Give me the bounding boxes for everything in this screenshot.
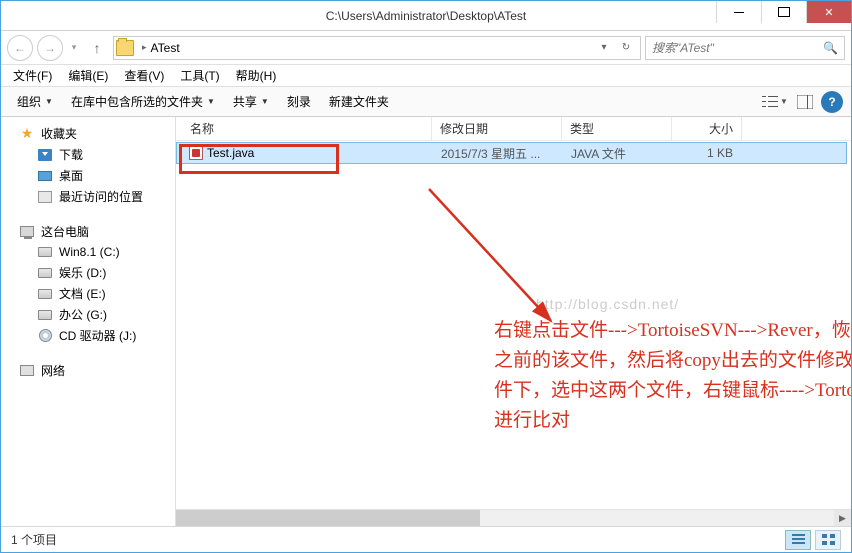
tool-include[interactable]: 在库中包含所选的文件夹▼: [63, 90, 223, 113]
status-bar: 1 个项目: [1, 526, 851, 552]
help-button[interactable]: ?: [821, 91, 843, 113]
tool-newfolder[interactable]: 新建文件夹: [321, 90, 397, 113]
nav-drive-c[interactable]: Win8.1 (C:): [1, 242, 175, 262]
download-icon: [37, 147, 53, 163]
scrollbar-thumb[interactable]: [176, 510, 480, 526]
col-type[interactable]: 类型: [562, 117, 672, 140]
nav-drive-e[interactable]: 文档 (E:): [1, 283, 175, 304]
content-area: 名称 修改日期 类型 大小 Test.java 2015/7/3 星期五 ...…: [176, 117, 851, 526]
main-area: ★收藏夹 下载 桌面 最近访问的位置 这台电脑 Win8.1 (C:) 娱乐 (…: [1, 117, 851, 526]
chevron-right-icon: ▸: [138, 42, 151, 53]
view-options-icon[interactable]: ▼: [761, 91, 789, 113]
nav-pane: ★收藏夹 下载 桌面 最近访问的位置 这台电脑 Win8.1 (C:) 娱乐 (…: [1, 117, 176, 526]
tool-burn[interactable]: 刻录: [279, 90, 319, 113]
drive-icon: [37, 307, 53, 323]
nav-network[interactable]: 网络: [1, 360, 175, 381]
drive-icon: [37, 286, 53, 302]
highlight-box: [179, 144, 339, 174]
nav-downloads[interactable]: 下载: [1, 144, 175, 165]
watermark-text: http://blog.csdn.net/: [536, 296, 679, 312]
address-bar: ← → ▾ ↑ ▸ ATest ▾ ↻ 🔍: [1, 31, 851, 65]
drive-icon: [37, 265, 53, 281]
forward-button[interactable]: →: [37, 35, 63, 61]
menu-help[interactable]: 帮助(H): [230, 65, 283, 86]
refresh-button[interactable]: ↻: [616, 42, 636, 53]
drive-icon: [37, 244, 53, 260]
network-icon: [19, 363, 35, 379]
preview-pane-icon[interactable]: [791, 91, 819, 113]
tool-share[interactable]: 共享▼: [225, 90, 277, 113]
file-list[interactable]: Test.java 2015/7/3 星期五 ... JAVA 文件 1 KB …: [176, 141, 851, 509]
desktop-icon: [37, 168, 53, 184]
search-icon[interactable]: 🔍: [823, 41, 838, 55]
nav-drive-cd[interactable]: CD 驱动器 (J:): [1, 325, 175, 346]
folder-icon: [116, 40, 134, 56]
nav-drive-d[interactable]: 娱乐 (D:): [1, 262, 175, 283]
nav-desktop[interactable]: 桌面: [1, 165, 175, 186]
status-item-count: 1 个项目: [11, 531, 57, 548]
breadcrumb-current[interactable]: ATest: [151, 41, 180, 55]
scroll-right-button[interactable]: ▶: [834, 510, 851, 526]
search-box[interactable]: 🔍: [645, 36, 845, 60]
cd-icon: [37, 328, 53, 344]
column-headers: 名称 修改日期 类型 大小: [176, 117, 851, 141]
star-icon: ★: [19, 126, 35, 142]
nav-thispc[interactable]: 这台电脑: [1, 221, 175, 242]
view-thumbnails-button[interactable]: [815, 530, 841, 550]
file-date: 2015/7/3 星期五 ...: [433, 145, 563, 162]
explorer-window: C:\Users\Administrator\Desktop\ATest ← →…: [0, 0, 852, 553]
annotation-text: 右键点击文件--->TortoiseSVN--->Rever，恢复到自己没有修改…: [494, 316, 851, 436]
col-size[interactable]: 大小: [672, 117, 742, 140]
menu-edit[interactable]: 编辑(E): [62, 65, 114, 86]
nav-favorites[interactable]: ★收藏夹: [1, 123, 175, 144]
nav-recent[interactable]: 最近访问的位置: [1, 186, 175, 207]
history-dropdown[interactable]: ▾: [67, 42, 81, 53]
menubar: 文件(F) 编辑(E) 查看(V) 工具(T) 帮助(H): [1, 65, 851, 87]
pc-icon: [19, 224, 35, 240]
nav-drive-g[interactable]: 办公 (G:): [1, 304, 175, 325]
maximize-button[interactable]: [761, 1, 806, 23]
file-type: JAVA 文件: [563, 145, 673, 162]
view-details-button[interactable]: [785, 530, 811, 550]
minimize-button[interactable]: [716, 1, 761, 23]
menu-tools[interactable]: 工具(T): [174, 65, 225, 86]
tool-organize[interactable]: 组织▼: [9, 90, 61, 113]
search-input[interactable]: [652, 41, 823, 55]
titlebar: C:\Users\Administrator\Desktop\ATest: [1, 1, 851, 31]
back-button[interactable]: ←: [7, 35, 33, 61]
col-date[interactable]: 修改日期: [432, 117, 562, 140]
horizontal-scrollbar[interactable]: ▶: [176, 509, 851, 526]
breadcrumb[interactable]: ▸ ATest ▾ ↻: [113, 36, 641, 60]
file-size: 1 KB: [673, 146, 743, 160]
col-name[interactable]: 名称: [182, 117, 432, 140]
close-button[interactable]: [806, 1, 851, 23]
breadcrumb-dropdown[interactable]: ▾: [594, 42, 614, 53]
up-button[interactable]: ↑: [85, 36, 109, 60]
menu-view[interactable]: 查看(V): [118, 65, 170, 86]
recent-icon: [37, 189, 53, 205]
menu-file[interactable]: 文件(F): [7, 65, 58, 86]
toolbar: 组织▼ 在库中包含所选的文件夹▼ 共享▼ 刻录 新建文件夹 ▼ ?: [1, 87, 851, 117]
